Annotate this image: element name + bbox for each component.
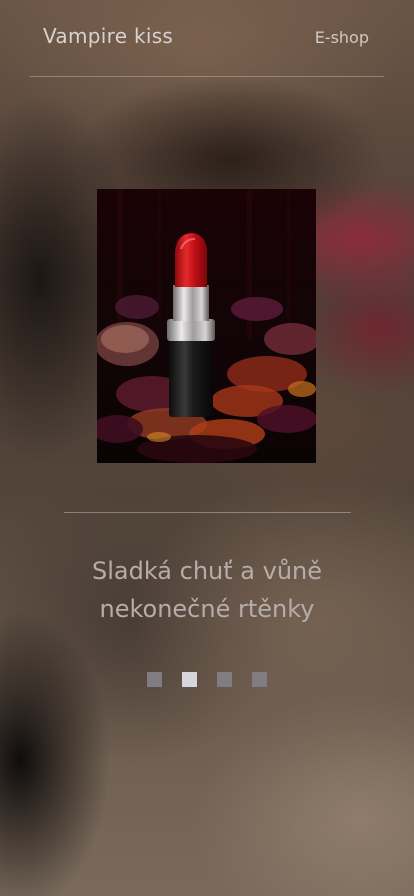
site-header: Vampire kiss E-shop xyxy=(30,0,384,77)
carousel-dot-2[interactable] xyxy=(182,672,197,687)
carousel-dot-3[interactable] xyxy=(217,672,232,687)
carousel-dot-4[interactable] xyxy=(252,672,267,687)
eshop-link[interactable]: E-shop xyxy=(315,28,369,47)
hero-tagline: Sladká chuť a vůně nekonečné rtěnky xyxy=(30,552,384,628)
carousel-indicators xyxy=(147,672,267,687)
lipstick-product-image xyxy=(97,189,316,463)
tagline-line-1: Sladká chuť a vůně xyxy=(91,557,323,585)
carousel-dot-1[interactable] xyxy=(147,672,162,687)
red-lipstick-image xyxy=(97,189,316,463)
tagline-line-2: nekonečné rtěnky xyxy=(99,595,315,623)
brand-logo[interactable]: Vampire kiss xyxy=(43,24,173,48)
section-divider xyxy=(64,512,351,513)
